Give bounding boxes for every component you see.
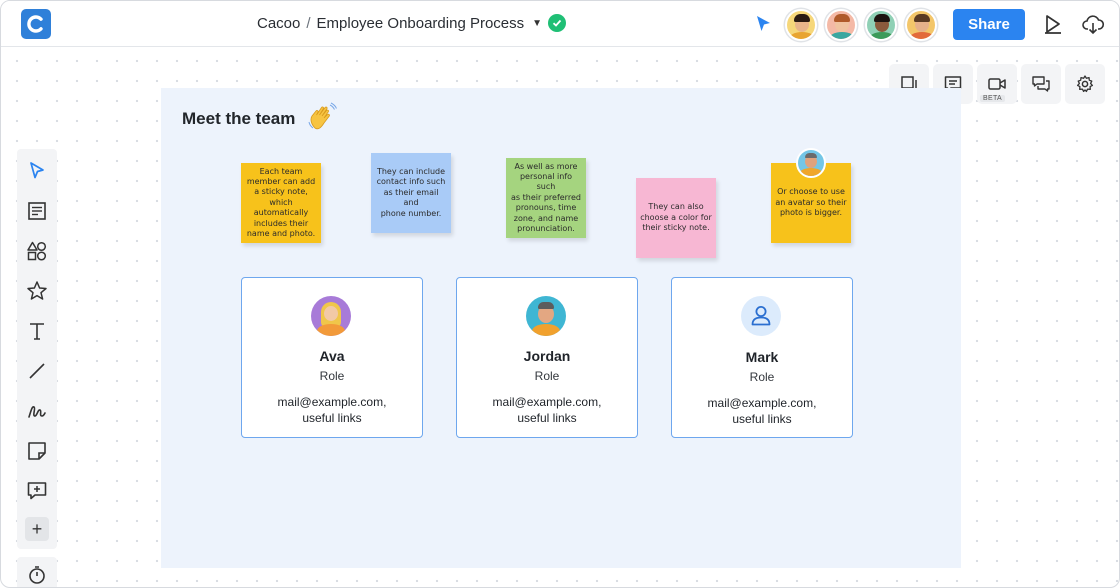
member-contact: mail@example.com, useful links	[242, 394, 422, 426]
sticky-note-text: phone number.	[375, 209, 447, 219]
sticky-note-text: a sticky note,	[247, 187, 315, 197]
sticky-note-text: They can also	[640, 202, 712, 212]
app-name[interactable]: Cacoo	[257, 15, 300, 32]
video-chat-button[interactable]: BETA	[977, 64, 1017, 104]
sticky-note-text: an avatar so their	[775, 198, 846, 208]
chevron-down-icon[interactable]: ▼	[532, 18, 542, 29]
meet-the-team-board[interactable]: Meet the team Each team member can add a…	[161, 88, 961, 568]
sticky-note-text: their sticky note.	[640, 223, 712, 233]
member-contact: mail@example.com, useful links	[457, 394, 637, 426]
member-name: Ava	[242, 348, 422, 364]
gear-icon	[1075, 74, 1095, 94]
member-email[interactable]: mail@example.com,	[242, 394, 422, 410]
top-bar: Cacoo / Employee Onboarding Process ▼	[1, 1, 1119, 47]
chat-button[interactable]	[1021, 64, 1061, 104]
video-camera-icon	[987, 74, 1007, 94]
member-name: Jordan	[457, 348, 637, 364]
member-contact: mail@example.com, useful links	[672, 395, 852, 427]
sticky-note-icon[interactable]	[25, 439, 49, 463]
document-title-bar[interactable]: Cacoo / Employee Onboarding Process ▼	[257, 14, 566, 32]
collaborator-avatar[interactable]	[825, 9, 857, 41]
sticky-note[interactable]: They can also choose a color for their s…	[636, 178, 716, 258]
member-photo	[526, 296, 566, 336]
sticky-note-avatar	[796, 148, 826, 178]
sticky-note-text: Each team	[247, 167, 315, 177]
sticky-note-text: which	[247, 198, 315, 208]
cloud-download-icon[interactable]	[1081, 12, 1105, 36]
breadcrumb-separator: /	[306, 15, 310, 32]
board-title[interactable]: Meet the team	[182, 109, 295, 129]
sticky-note-text: zone, and name	[510, 214, 582, 224]
more-tools-plus-icon[interactable]: +	[25, 517, 49, 541]
cursor-pointer-icon[interactable]	[755, 14, 773, 34]
sticky-note-text: As well as more	[510, 162, 582, 172]
sticky-note-text: pronunciation.	[510, 224, 582, 234]
member-links[interactable]: useful links	[457, 410, 637, 426]
play-presentation-icon[interactable]	[1041, 12, 1065, 36]
settings-button[interactable]	[1065, 64, 1105, 104]
template-icon[interactable]	[25, 199, 49, 223]
sticky-note[interactable]: As well as more personal info such as th…	[506, 158, 586, 238]
member-role: Role	[242, 369, 422, 383]
sticky-note-text: member can add	[247, 177, 315, 187]
timer-icon	[27, 565, 47, 585]
document-title[interactable]: Employee Onboarding Process	[317, 15, 525, 32]
sticky-note-text: choose a color for	[640, 213, 712, 223]
team-member-card[interactable]: Ava Role mail@example.com, useful links	[241, 277, 423, 438]
chat-bubbles-icon	[1031, 74, 1051, 94]
member-role: Role	[457, 369, 637, 383]
line-tool-icon[interactable]	[25, 359, 49, 383]
app-window: Cacoo / Employee Onboarding Process ▼	[0, 0, 1120, 588]
shapes-icon[interactable]	[25, 239, 49, 263]
timer-button[interactable]	[17, 557, 57, 588]
sticky-note-text: automatically	[247, 208, 315, 218]
add-comment-icon[interactable]	[25, 479, 49, 503]
member-links[interactable]: useful links	[242, 410, 422, 426]
member-role: Role	[672, 370, 852, 384]
collaborator-avatar[interactable]	[905, 9, 937, 41]
sticky-note-text: Or choose to use	[775, 187, 846, 197]
star-icon[interactable]	[25, 279, 49, 303]
beta-badge: BETA	[980, 95, 1005, 102]
member-email[interactable]: mail@example.com,	[457, 394, 637, 410]
sticky-note[interactable]: They can include contact info such as th…	[371, 153, 451, 233]
sticky-note-text: contact info such	[375, 177, 447, 187]
text-tool-icon[interactable]	[25, 319, 49, 343]
sticky-note-text: photo is bigger.	[775, 208, 846, 218]
member-email[interactable]: mail@example.com,	[672, 395, 852, 411]
sticky-note-text: personal info such	[510, 172, 582, 193]
sticky-note-text: as their preferred	[510, 193, 582, 203]
sticky-note-text: pronouns, time	[510, 203, 582, 213]
sticky-note-text: as their email and	[375, 188, 447, 209]
team-member-card[interactable]: Jordan Role mail@example.com, useful lin…	[456, 277, 638, 438]
waving-hand-icon	[306, 102, 338, 134]
select-pointer-icon[interactable]	[25, 159, 49, 183]
collaborator-avatar[interactable]	[785, 9, 817, 41]
member-name: Mark	[672, 349, 852, 365]
sticky-note-text: includes their	[247, 219, 315, 229]
default-avatar-icon	[741, 296, 781, 336]
collaborator-avatar[interactable]	[865, 9, 897, 41]
freehand-pen-icon[interactable]	[25, 399, 49, 423]
member-photo	[311, 296, 351, 336]
cacoo-logo-icon[interactable]	[21, 9, 51, 39]
left-toolbar: +	[17, 149, 57, 549]
team-member-card[interactable]: Mark Role mail@example.com, useful links	[671, 277, 853, 438]
share-button[interactable]: Share	[953, 9, 1025, 40]
saved-check-icon	[548, 14, 566, 32]
sticky-note[interactable]: Each team member can add a sticky note, …	[241, 163, 321, 243]
sticky-note-text: name and photo.	[247, 229, 315, 239]
member-links[interactable]: useful links	[672, 411, 852, 427]
sticky-note-text: They can include	[375, 167, 447, 177]
